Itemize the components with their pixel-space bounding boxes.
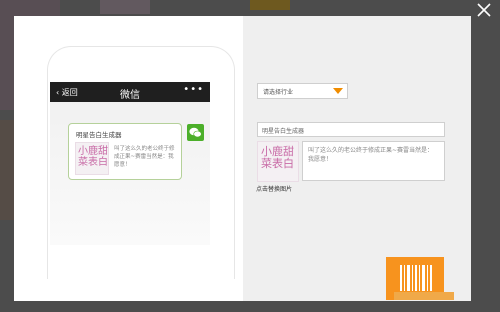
message-card[interactable]: 明星告白生成器 小鹿甜菜表白 叫了这么久的老公终于修成正果~赛雷当然是：我愿意！: [68, 123, 182, 180]
message-title: 明星告白生成器: [76, 131, 122, 139]
wechat-icon: [187, 124, 204, 141]
wechat-navbar: ‹ 返回 微信 •••: [50, 82, 210, 102]
title-input[interactable]: 明星告白生成器: [257, 122, 445, 137]
industry-select-value: 请选择行业: [263, 89, 294, 96]
button-shadow: [394, 292, 454, 300]
cover-image-preview[interactable]: 小鹿甜菜表白: [257, 141, 299, 182]
description-textarea[interactable]: 叫了这么久的老公终于修成正果~赛雷当然是：我愿意！: [302, 141, 445, 181]
barcode-icon: [400, 265, 432, 291]
message-description: 叫了这么久的老公终于修成正果~赛雷当然是：我愿意！: [114, 146, 175, 168]
close-icon: [477, 3, 491, 17]
generate-button[interactable]: [386, 257, 454, 300]
industry-select[interactable]: 请选择行业: [257, 83, 348, 99]
phone-preview: ‹ 返回 微信 ••• 明星告白生成器 小鹿甜菜表白 叫了这么久的老公终于修成正…: [47, 46, 235, 279]
more-menu-icon[interactable]: •••: [183, 84, 204, 95]
cover-image-text: 小鹿甜菜表白: [261, 145, 294, 170]
phone-screen: ‹ 返回 微信 ••• 明星告白生成器 小鹿甜菜表白 叫了这么久的老公终于修成正…: [50, 82, 210, 245]
thumbnail-text: 小鹿甜菜表白: [78, 146, 108, 168]
change-image-link[interactable]: 点击替换图片: [256, 184, 292, 193]
dropdown-arrow-icon: [333, 88, 343, 94]
close-button[interactable]: [474, 0, 494, 20]
message-thumbnail: 小鹿甜菜表白: [75, 142, 109, 175]
